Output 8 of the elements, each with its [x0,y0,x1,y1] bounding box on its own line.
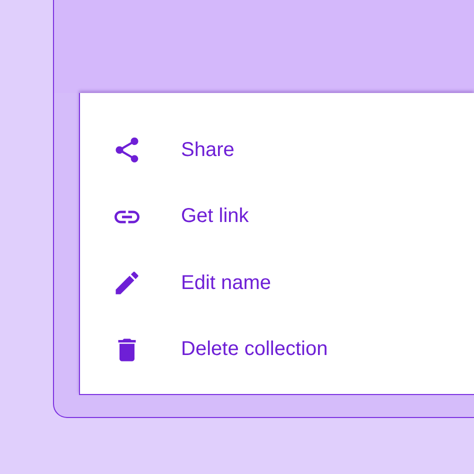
menu-item-label: Share [181,138,234,162]
menu-item-label: Delete collection [181,338,328,362]
menu-item[interactable]: Get link [80,184,259,250]
menu-item[interactable]: Share [80,117,244,184]
menu-item-label: Get link [181,205,249,228]
menu-item[interactable]: Edit name [80,250,282,316]
menu-item[interactable]: Delete collection [80,316,338,383]
menu-item-label: Edit name [181,272,272,295]
